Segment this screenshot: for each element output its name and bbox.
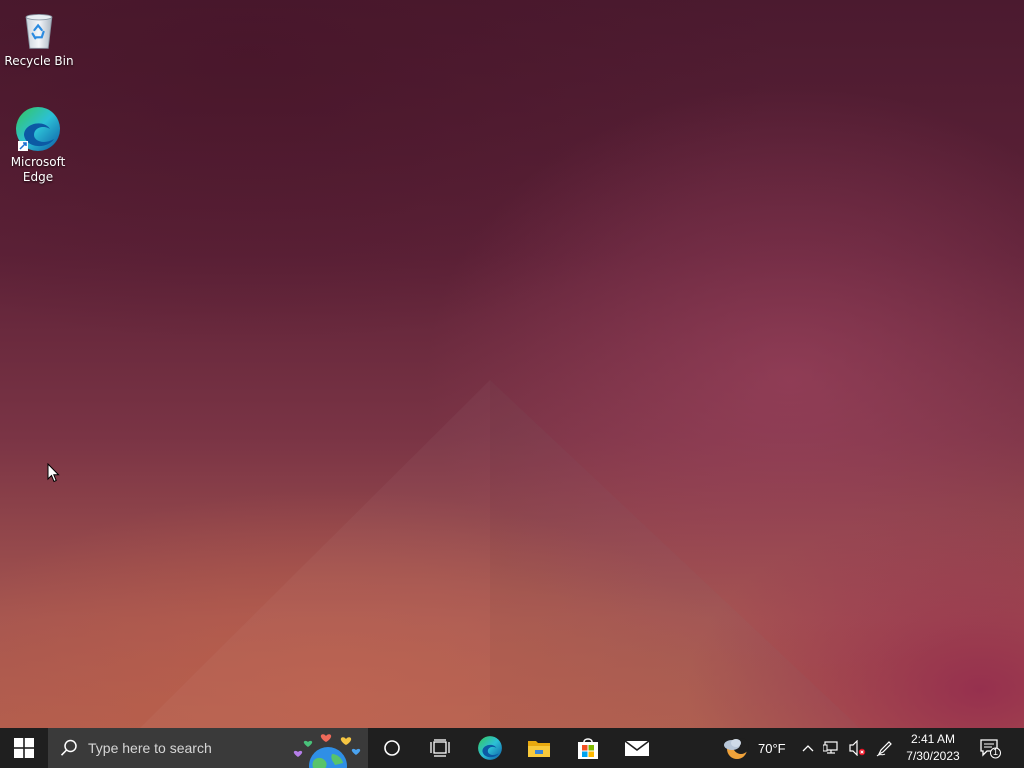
desktop-icon-recycle-bin[interactable]: Recycle Bin [2,8,76,69]
taskbar-clock[interactable]: 2:41 AM 7/30/2023 [900,728,966,768]
show-hidden-icons-button[interactable] [798,728,818,768]
tray-pen-workspace-button[interactable] [873,728,897,768]
desktop-icon-microsoft-edge[interactable]: Microsoft Edge [1,105,75,185]
taskbar-task-view-button[interactable] [416,728,464,768]
moon-cloud-icon [724,738,749,759]
clock-time: 2:41 AM [910,732,956,746]
search-box[interactable]: Type here to search [48,728,368,768]
taskbar-file-explorer-button[interactable] [515,728,563,768]
windows-logo-icon [14,738,34,758]
wallpaper-shape [0,0,1024,728]
search-icon [60,739,77,756]
start-button[interactable] [0,728,48,768]
pen-icon [876,741,892,757]
mail-icon [624,740,650,756]
taskbar-store-button[interactable] [564,728,612,768]
taskbar-weather-widget[interactable]: 70°F [722,728,794,768]
tray-network-button[interactable] [820,728,844,768]
taskbar-mail-button[interactable] [613,728,661,768]
tray-volume-button[interactable] [845,728,869,768]
action-center-button[interactable]: 1 [970,728,1010,768]
taskbar-edge-button[interactable] [466,728,514,768]
store-bag-icon [578,738,598,759]
recycle-bin-icon [25,13,53,49]
edge-icon [16,107,60,151]
task-view-icon [430,739,450,757]
volume-muted-icon [849,740,866,756]
notification-count-badge: 1 [993,747,999,757]
chevron-up-icon [802,745,814,752]
clock-date: 7/30/2023 [906,749,960,763]
edge-icon [478,736,502,760]
desktop-icon-label: Recycle Bin [4,54,74,68]
search-placeholder: Type here to search [88,740,212,756]
network-disconnected-icon [823,741,838,754]
folder-icon [528,741,550,757]
taskbar-cortana-button[interactable] [368,728,416,768]
desktop-background: Recycle Bin Microsoft Edge [0,0,1024,728]
search-highlight-globe-icon [293,734,361,768]
desktop-icon-label: Microsoft Edge [10,155,66,184]
mouse-cursor-icon [47,463,60,483]
cortana-circle-icon [384,740,400,756]
taskbar: Type here to search 70°F 2:41 AM 7/30/20… [0,728,1024,768]
weather-temperature: 70°F [758,740,786,756]
